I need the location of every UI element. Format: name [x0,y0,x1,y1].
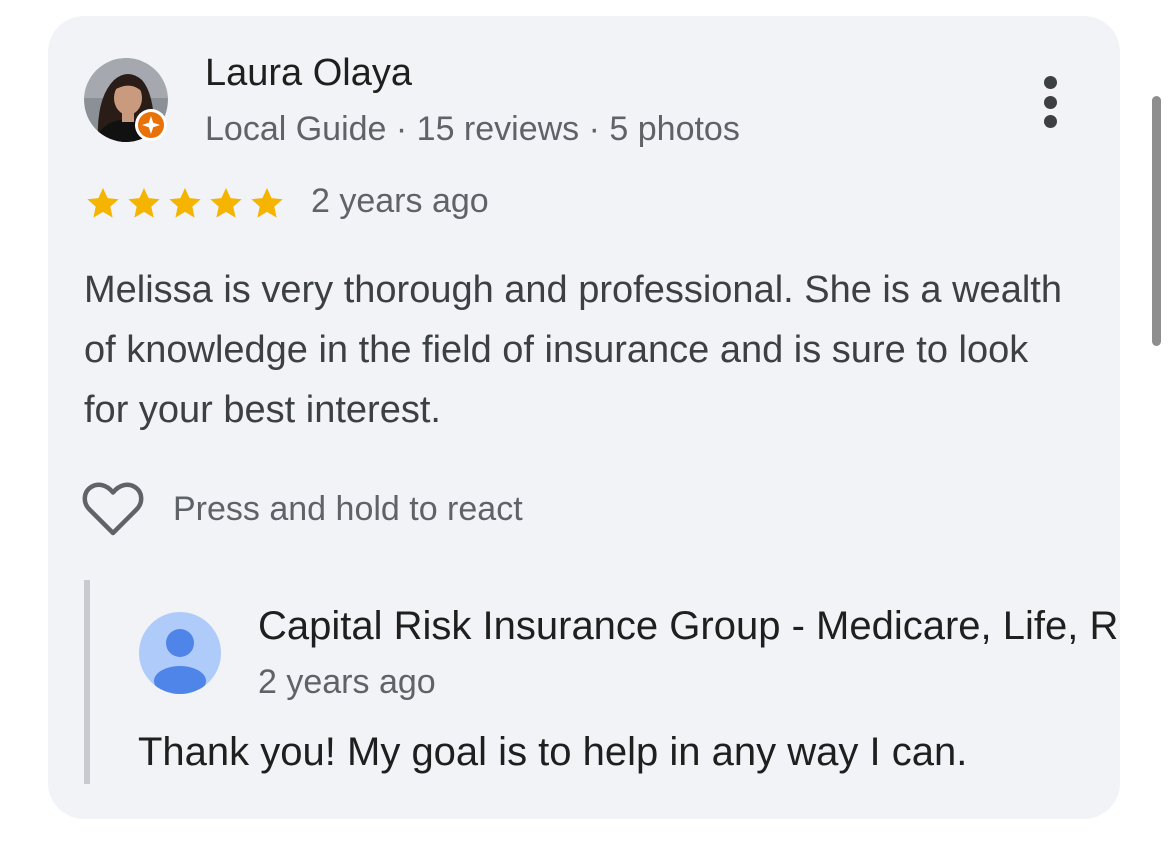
star-icon [87,187,119,218]
author-meta: Local Guide · 15 reviews · 5 photos [205,110,740,148]
reply-time: 2 years ago [258,663,436,701]
reply-divider [84,580,90,784]
scrollbar[interactable] [1152,96,1161,346]
star-rating [84,184,286,222]
owner-name[interactable]: Capital Risk Insurance Group - Medicare,… [258,604,1118,649]
review-card: Laura Olaya Local Guide · 15 reviews · 5… [48,16,1120,819]
review-time: 2 years ago [311,182,489,220]
author-avatar[interactable] [84,58,168,142]
star-icon [169,187,201,218]
more-options-button[interactable] [1032,72,1068,132]
more-vert-icon [1043,76,1057,89]
star-icon [251,187,283,218]
star-icon [210,187,242,218]
author-name[interactable]: Laura Olaya [205,52,412,95]
reply-text: Thank you! My goal is to help in any way… [138,730,968,774]
heart-outline-icon [82,482,144,536]
local-guide-star-icon [135,109,167,141]
react-label: Press and hold to react [173,489,523,528]
star-icon [128,187,160,218]
review-text: Melissa is very thorough and professiona… [84,269,1062,431]
person-placeholder-icon[interactable] [139,612,221,694]
react-button[interactable]: Press and hold to react [81,480,523,538]
